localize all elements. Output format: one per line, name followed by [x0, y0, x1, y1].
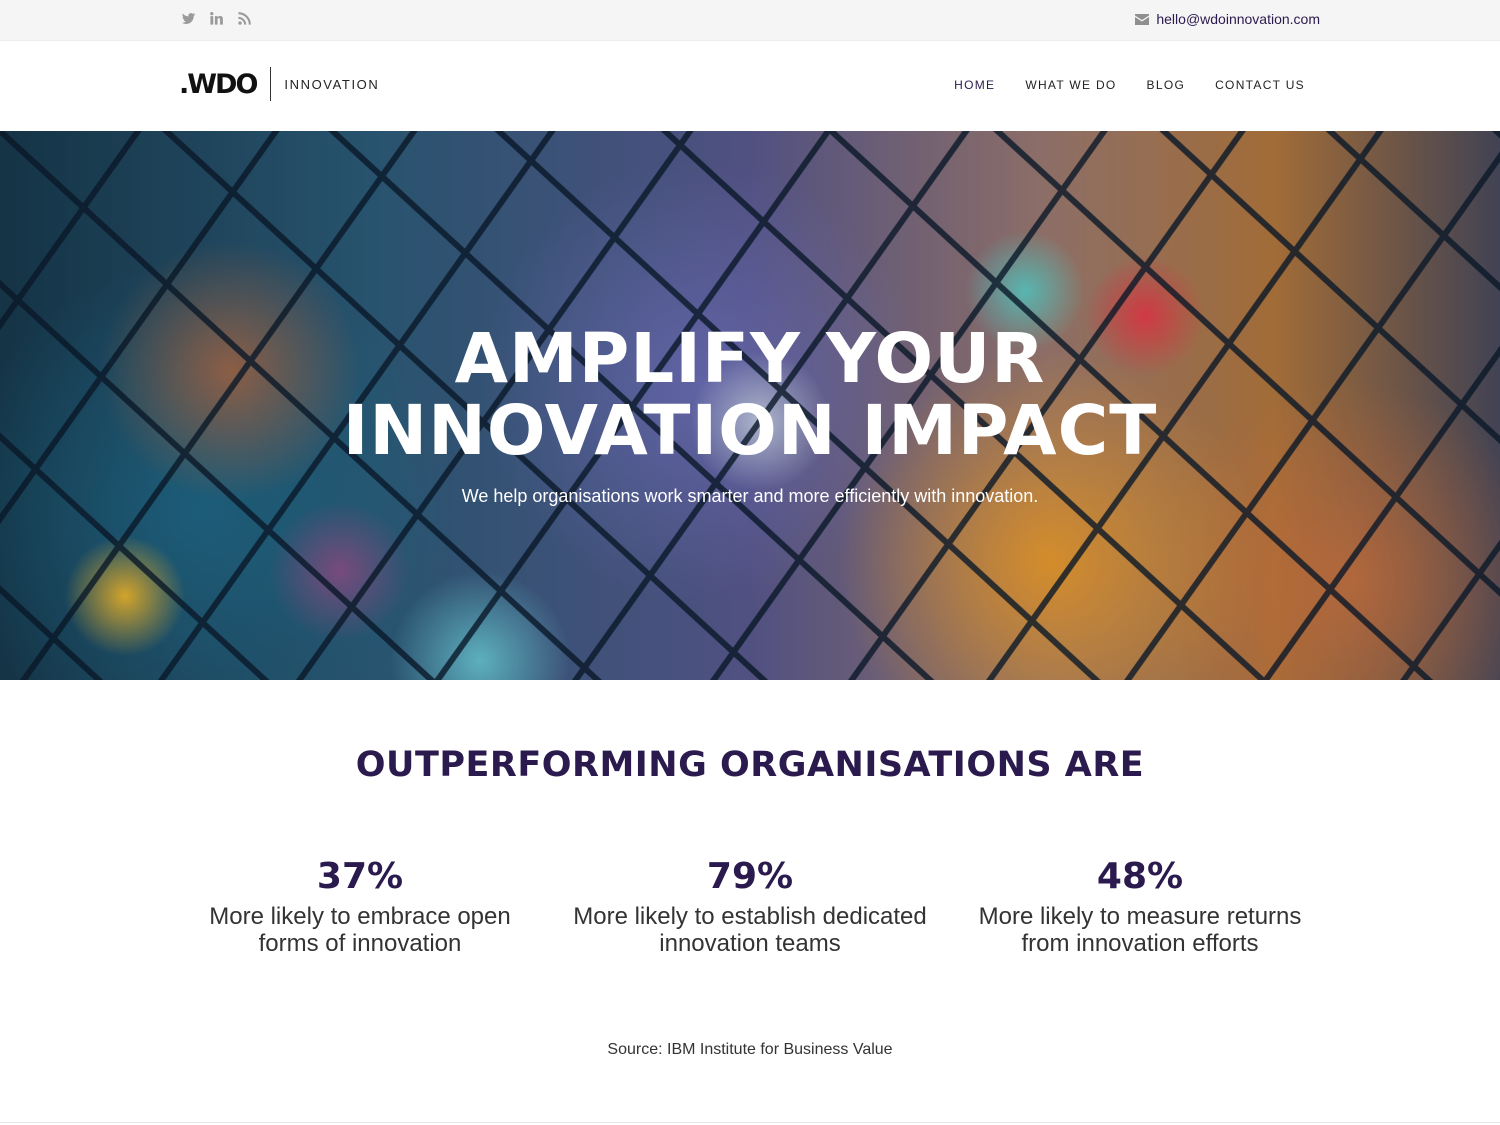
main-nav: HOME WHAT WE DO BLOG CONTACT US — [954, 78, 1305, 92]
logo-subtitle: INNOVATION — [284, 76, 380, 92]
stat-line: More likely to measure returns — [978, 903, 1302, 930]
hero-title: AMPLIFY YOUR INNOVATION IMPACT — [0, 323, 1500, 467]
twitter-icon[interactable] — [181, 11, 196, 26]
source-note: Source: IBM Institute for Business Value — [607, 1041, 893, 1058]
top-bar: hello@wdoinnovation.com — [0, 0, 1500, 41]
linkedin-icon[interactable] — [209, 11, 224, 26]
stat-line: from innovation efforts — [1021, 930, 1259, 957]
hero-title-line2: INNOVATION IMPACT — [342, 391, 1158, 471]
stat-line: forms of innovation — [258, 930, 462, 957]
stat-value: 48% — [1096, 856, 1184, 897]
stat-description: More likely to embrace open forms of inn… — [165, 903, 555, 957]
contact-email[interactable]: hello@wdoinnovation.com — [1135, 11, 1320, 27]
stat-line: More likely to embrace open — [209, 903, 511, 930]
nav-blog[interactable]: BLOG — [1147, 78, 1186, 92]
stat-item: 37% More likely to embrace open forms of… — [165, 855, 555, 957]
stat-item: 48% More likely to measure returns from … — [945, 855, 1335, 957]
nav-what-we-do[interactable]: WHAT WE DO — [1025, 78, 1116, 92]
social-links — [181, 11, 252, 26]
stat-line: More likely to establish dedicated — [573, 903, 927, 930]
nav-home[interactable]: HOME — [954, 78, 995, 92]
hero-banner: AMPLIFY YOUR INNOVATION IMPACT We help o… — [0, 131, 1500, 680]
envelope-icon — [1135, 14, 1150, 25]
section-divider — [0, 1122, 1500, 1123]
stat-description: More likely to measure returns from inno… — [945, 903, 1335, 957]
site-header: .WDO INNOVATION HOME WHAT WE DO BLOG CON… — [0, 41, 1500, 131]
logo[interactable]: .WDO INNOVATION — [179, 67, 379, 101]
hero-subtitle: We help organisations work smarter and m… — [461, 486, 1039, 506]
logo-mark: .WDO — [179, 68, 258, 100]
stat-value: 37% — [316, 856, 404, 897]
stat-line: innovation teams — [659, 930, 841, 957]
hero-title-line1: AMPLIFY YOUR — [454, 319, 1046, 399]
stat-item: 79% More likely to establish dedicated i… — [555, 855, 945, 957]
logo-divider — [270, 67, 272, 101]
nav-contact-us[interactable]: CONTACT US — [1215, 78, 1305, 92]
email-text[interactable]: hello@wdoinnovation.com — [1156, 11, 1320, 27]
stat-description: More likely to establish dedicated innov… — [555, 903, 945, 957]
stats-heading: OUTPERFORMING ORGANISATIONS ARE — [355, 745, 1145, 785]
stat-value: 79% — [706, 856, 794, 897]
rss-icon[interactable] — [237, 11, 252, 26]
